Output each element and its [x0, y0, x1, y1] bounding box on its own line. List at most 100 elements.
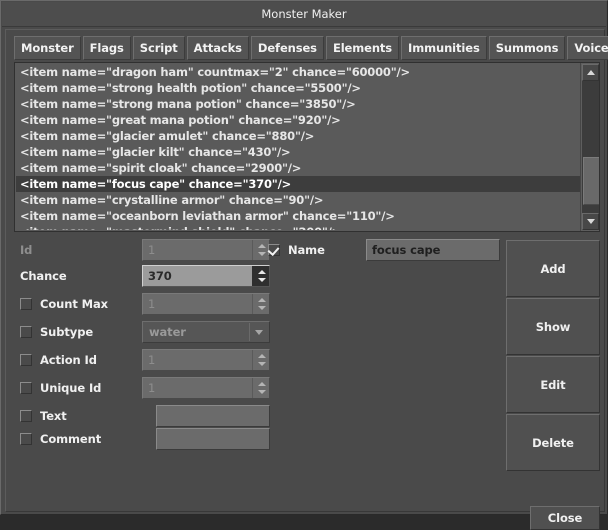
list-item-selected[interactable]: <item name="focus cape" chance="370"/>: [16, 176, 580, 192]
field-row-text: Text: [20, 405, 270, 427]
text-label: Text: [40, 409, 67, 423]
name-label: Name: [288, 243, 325, 257]
spin-up-icon: [258, 382, 266, 386]
tab-summons[interactable]: Summons: [488, 36, 566, 60]
list-item[interactable]: <item name="strong mana potion" chance="…: [16, 96, 580, 112]
tab-attacks[interactable]: Attacks: [186, 36, 249, 60]
chance-spin-buttons[interactable]: [252, 266, 269, 286]
list-item[interactable]: <item name="great mana potion" chance="9…: [16, 112, 580, 128]
spin-down-icon: [258, 362, 266, 366]
spin-up-icon: [258, 354, 266, 358]
tab-immunities[interactable]: Immunities: [401, 36, 487, 60]
unique-id-checkbox[interactable]: [20, 382, 32, 394]
subtype-dropdown[interactable]: water: [142, 321, 270, 343]
loot-list-rows: <item name="dragon ham" countmax="2" cha…: [16, 64, 580, 230]
tab-label: Summons: [495, 41, 559, 55]
text-checkbox[interactable]: [20, 410, 32, 422]
delete-button-label: Delete: [532, 435, 574, 450]
show-button-label: Show: [535, 319, 571, 334]
tab-label: Attacks: [193, 41, 242, 55]
subtype-label: Subtype: [40, 325, 94, 339]
count-max-label: Count Max: [40, 297, 108, 311]
tab-label: Elements: [332, 41, 393, 55]
name-checkbox[interactable]: [268, 244, 280, 256]
name-value: focus cape: [372, 243, 441, 257]
action-id-value: 1: [148, 353, 156, 367]
action-id-label: Action Id: [40, 353, 97, 367]
unique-id-spin-buttons: [252, 378, 269, 398]
list-item[interactable]: <item name="spirit cloak" chance="2900"/…: [16, 160, 580, 176]
list-item[interactable]: <item name="glacier kilt" chance="430"/>: [16, 144, 580, 160]
spin-down-icon[interactable]: [258, 278, 266, 282]
chance-spinbox[interactable]: 370: [142, 265, 270, 287]
list-item[interactable]: <item name="mastermind shield" chance="2…: [16, 224, 580, 230]
chance-value: 370: [148, 269, 172, 283]
subtype-checkbox[interactable]: [20, 326, 32, 338]
close-button-label: Close: [547, 511, 583, 525]
tab-label: Defenses: [257, 41, 317, 55]
delete-button[interactable]: Delete: [506, 414, 600, 471]
field-row-unique-id: Unique Id 1: [20, 377, 270, 399]
scrollbar-thumb[interactable]: [583, 157, 599, 205]
list-item[interactable]: <item name="oceanborn leviathan armor" c…: [16, 208, 580, 224]
title-bar: Monster Maker: [2, 2, 606, 27]
tab-script[interactable]: Script: [132, 36, 185, 60]
field-row-comment: Comment: [20, 428, 270, 450]
edit-button[interactable]: Edit: [506, 356, 600, 413]
unique-id-value: 1: [148, 381, 156, 395]
list-item[interactable]: <item name="strong health potion" chance…: [16, 80, 580, 96]
window-title: Monster Maker: [261, 7, 347, 21]
tab-label: Monster: [21, 41, 74, 55]
unique-id-label: Unique Id: [40, 381, 102, 395]
tab-monster[interactable]: Monster: [14, 36, 81, 60]
id-spinbox: 1: [142, 239, 270, 261]
subtype-value: water: [149, 325, 186, 339]
list-item[interactable]: <item name="glacier amulet" chance="880"…: [16, 128, 580, 144]
close-button[interactable]: Close: [530, 506, 600, 530]
comment-input[interactable]: [156, 428, 270, 450]
id-label: Id: [20, 243, 33, 257]
text-input[interactable]: [156, 405, 270, 427]
spin-down-icon: [258, 390, 266, 394]
action-id-checkbox[interactable]: [20, 354, 32, 366]
spin-up-icon: [258, 244, 266, 248]
name-input[interactable]: focus cape: [366, 239, 500, 261]
count-max-spin-buttons: [252, 294, 269, 314]
tab-defenses[interactable]: Defenses: [250, 36, 324, 60]
spin-down-icon: [258, 252, 266, 256]
tab-elements[interactable]: Elements: [325, 36, 400, 60]
subtype-dropdown-arrow[interactable]: [249, 323, 268, 341]
spin-down-icon: [258, 306, 266, 310]
add-button[interactable]: Add: [506, 240, 600, 297]
count-max-value: 1: [148, 297, 156, 311]
field-row-id: Id 1: [20, 239, 270, 261]
scrollbar-track[interactable]: [582, 81, 599, 213]
tab-label: Immunities: [408, 41, 480, 55]
tab-label: Script: [139, 41, 178, 55]
chevron-up-icon: [586, 70, 595, 75]
tab-flags[interactable]: Flags: [82, 36, 131, 60]
list-vertical-scrollbar[interactable]: [580, 63, 599, 231]
action-id-spin-buttons: [252, 350, 269, 370]
action-id-spinbox: 1: [142, 349, 270, 371]
list-item[interactable]: <item name="dragon ham" countmax="2" cha…: [16, 64, 580, 80]
tab-label: Flags: [89, 41, 124, 55]
scroll-down-button[interactable]: [582, 213, 599, 230]
comment-checkbox[interactable]: [20, 433, 32, 445]
monster-maker-window: Monster Maker Monster Flags Script Attac…: [0, 0, 608, 530]
spin-up-icon: [258, 298, 266, 302]
chevron-down-icon: [255, 330, 263, 335]
list-item[interactable]: <item name="crystalline armor" chance="9…: [16, 192, 580, 208]
count-max-spinbox: 1: [142, 293, 270, 315]
show-button[interactable]: Show: [506, 298, 600, 355]
field-row-count-max: Count Max 1: [20, 293, 270, 315]
scroll-up-button[interactable]: [582, 64, 599, 81]
field-row-name: Name focus cape: [268, 239, 500, 261]
comment-label: Comment: [40, 432, 102, 446]
loot-list[interactable]: <item name="dragon ham" countmax="2" cha…: [14, 62, 600, 232]
edit-button-label: Edit: [540, 377, 566, 392]
spin-up-icon[interactable]: [258, 270, 266, 274]
tab-voices[interactable]: Voices: [567, 36, 608, 60]
tab-bar: Monster Flags Script Attacks Defenses El…: [14, 36, 608, 60]
count-max-checkbox[interactable]: [20, 298, 32, 310]
